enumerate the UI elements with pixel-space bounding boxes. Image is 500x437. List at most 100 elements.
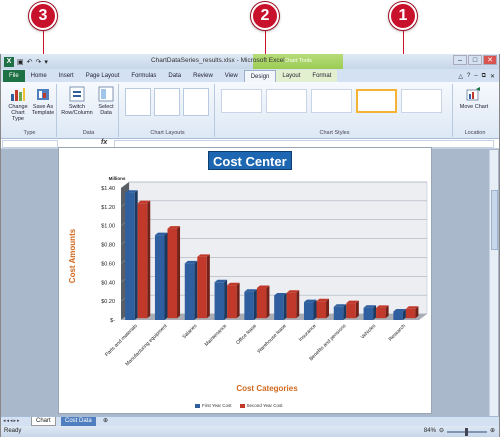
tab-page-layout[interactable]: Page Layout	[80, 70, 126, 82]
sheet-tab-chart[interactable]: Chart	[31, 417, 56, 426]
bar-side	[326, 298, 330, 319]
save-as-template-button[interactable]: Save As Template	[31, 86, 55, 116]
workbook-restore-icon[interactable]: ⧉	[482, 73, 486, 80]
x-tick-label: Office lease	[235, 323, 258, 346]
group-type: Change Chart Type Save As Template Type	[3, 84, 57, 137]
bar	[346, 303, 356, 319]
bar	[184, 263, 195, 320]
bar	[393, 311, 403, 320]
bar-side	[147, 200, 151, 319]
bar	[274, 295, 284, 320]
bar	[244, 291, 254, 320]
y-tick-label: $-	[110, 318, 115, 324]
minimize-button[interactable]: –	[453, 55, 467, 65]
bar	[316, 301, 327, 319]
bar-side	[343, 304, 347, 320]
legend-item-second-year: Second Year Cost	[239, 403, 283, 408]
workbook-minimize-icon[interactable]: –	[474, 73, 477, 79]
bar	[363, 307, 374, 320]
name-box[interactable]	[2, 140, 58, 148]
tab-data[interactable]: Data	[162, 70, 187, 82]
ribbon-right-controls: △ ? – ⧉ ✕	[458, 70, 499, 82]
chart-area[interactable]: Cost Center $1.40 $1.20 $1.00 $0.80 $0.60 $0.…	[58, 147, 432, 414]
title-bar: X ▣ ↶ ↷ ▾ Chart Tools ChartDataSeries_re…	[1, 54, 499, 69]
minimize-ribbon-icon[interactable]: △	[458, 73, 463, 80]
vertical-scrollbar[interactable]	[489, 150, 498, 418]
y-tick-label: $0.60	[101, 261, 115, 267]
tab-insert[interactable]: Insert	[53, 70, 80, 82]
group-chart-layouts: Chart Layouts	[121, 84, 215, 137]
chart-layout-3[interactable]	[183, 88, 209, 116]
y-tick-label: $1.00	[101, 224, 115, 230]
bar-side	[266, 285, 270, 319]
workbook-close-icon[interactable]: ✕	[490, 73, 495, 80]
legend-label-second-year: Second Year Cost	[246, 403, 283, 408]
x-tick-label: Vehicles	[360, 323, 378, 341]
tab-review[interactable]: Review	[187, 70, 219, 82]
change-chart-type-button[interactable]: Change Chart Type	[5, 86, 31, 122]
chart-style-4-selected[interactable]	[356, 89, 397, 113]
group-chart-styles-label: Chart Styles	[319, 130, 350, 136]
insert-sheet-icon[interactable]: ⊕	[99, 417, 112, 426]
sheet-tab-cost-data[interactable]: Cost Data	[61, 417, 96, 426]
save-icon[interactable]: ▣	[17, 58, 24, 66]
bar	[214, 282, 225, 320]
x-tick-label: Maintenance	[204, 323, 229, 348]
bar-side	[373, 305, 377, 320]
chart-layout-2[interactable]	[154, 88, 180, 116]
help-icon[interactable]: ?	[467, 73, 470, 79]
chart-layout-1[interactable]	[125, 88, 151, 116]
callout-2: 2	[251, 2, 279, 30]
chart-style-3[interactable]	[311, 89, 352, 113]
select-data-button[interactable]: Select Data	[95, 86, 117, 116]
y-tick-label: $1.40	[101, 186, 115, 192]
bar-side	[206, 254, 210, 319]
tab-layout[interactable]: Layout	[276, 70, 307, 82]
fx-icon[interactable]: fx	[101, 139, 107, 146]
maximize-button[interactable]: □	[468, 55, 482, 65]
zoom-in-icon[interactable]: ⊕	[490, 426, 495, 437]
move-chart-label: Move Chart	[459, 104, 489, 110]
chart-legend[interactable]: First Year Cost Second Year Cost	[195, 403, 283, 408]
tab-design[interactable]: Design	[243, 70, 277, 82]
chart-style-5[interactable]	[401, 89, 442, 113]
redo-icon[interactable]: ↷	[36, 58, 42, 66]
zoom-out-icon[interactable]: ⊖	[439, 426, 444, 437]
tab-formulas[interactable]: Formulas	[125, 70, 162, 82]
zoom-slider[interactable]	[446, 427, 487, 436]
undo-icon[interactable]: ↶	[27, 58, 33, 66]
close-button[interactable]: ✕	[483, 55, 497, 65]
select-data-label: Select Data	[98, 104, 114, 116]
status-ready: Ready	[4, 428, 22, 434]
y-units-label: Millions	[109, 176, 126, 181]
sheet-nav-arrows[interactable]: ◂◂◂▸▸	[3, 418, 21, 424]
x-tick-label: Warehouse lease	[256, 323, 288, 355]
ribbon-design: Change Chart Type Save As Template Type …	[1, 82, 499, 139]
move-chart-button[interactable]: Move Chart	[459, 86, 489, 110]
callout-1: 1	[389, 2, 417, 30]
quick-access-toolbar: X ▣ ↶ ↷ ▾	[1, 56, 48, 67]
switch-row-column-button[interactable]: Switch Row/Column	[61, 86, 93, 116]
chart-layouts-gallery	[125, 88, 209, 116]
y-tick-label: $0.40	[101, 280, 115, 286]
group-location: Move Chart Location	[455, 84, 495, 137]
status-bar: Ready 84% ⊖ ⊕	[1, 426, 499, 437]
customize-qat-icon[interactable]: ▾	[44, 58, 48, 66]
group-chart-styles: Chart Styles	[217, 84, 453, 137]
callout-3: 3	[29, 2, 57, 30]
switch-row-column-label: Switch Row/Column	[61, 104, 93, 116]
window-controls: – □ ✕	[453, 55, 497, 65]
zoom-control[interactable]: 84% ⊖ ⊕	[424, 426, 495, 437]
scrollbar-thumb[interactable]	[491, 190, 498, 250]
tab-file[interactable]: File	[3, 70, 25, 82]
chart-style-2[interactable]	[266, 89, 307, 113]
switch-row-column-icon	[69, 86, 85, 102]
tab-view[interactable]: View	[219, 70, 244, 82]
tab-format[interactable]: Format	[306, 70, 338, 82]
select-data-icon	[98, 86, 114, 102]
chart-style-1[interactable]	[221, 89, 262, 113]
group-data-label: Data	[82, 130, 95, 136]
chart-plot: $1.40 $1.20 $1.00 $0.80 $0.60 $0.40 $0.20 $- Mil…	[68, 176, 428, 393]
tab-home[interactable]: Home	[25, 70, 53, 82]
y-axis-title: Cost Amounts	[68, 228, 77, 283]
